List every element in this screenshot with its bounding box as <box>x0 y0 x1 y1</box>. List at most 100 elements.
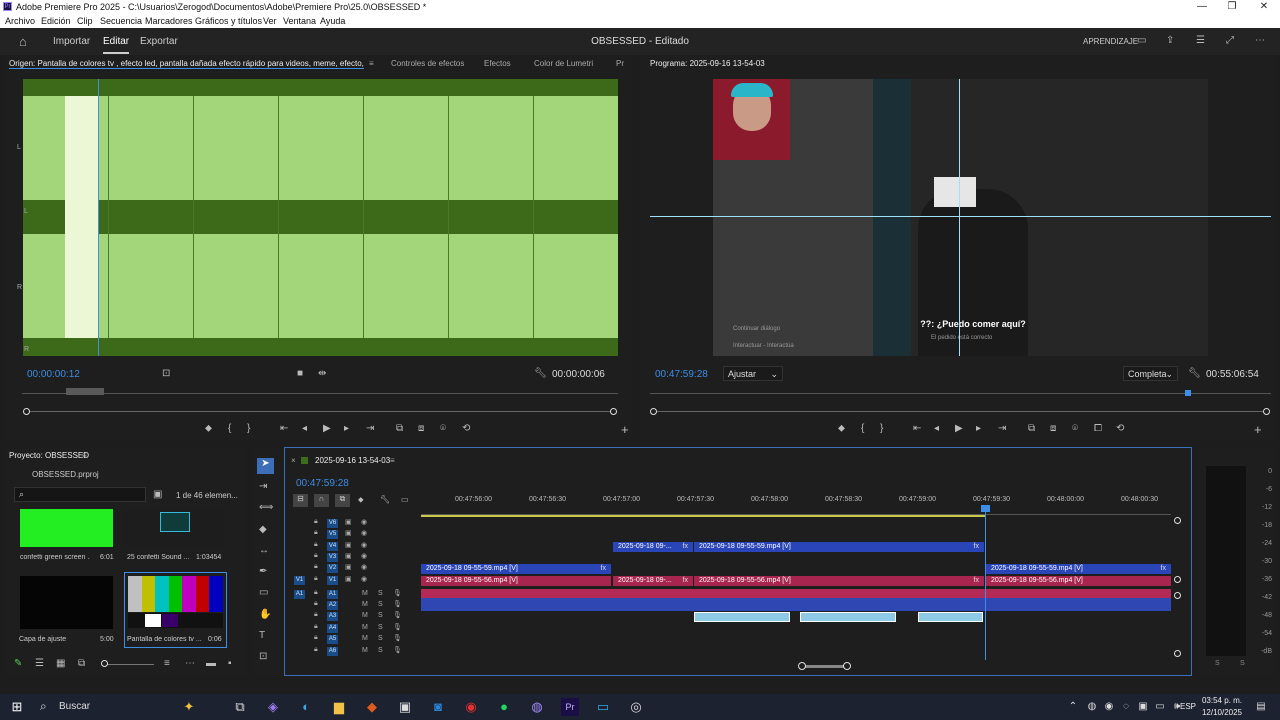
obs-icon[interactable]: ◎ <box>627 698 645 716</box>
step-back-icon[interactable]: ◂ <box>302 423 307 434</box>
share-icon[interactable]: ⇪ <box>1166 35 1174 46</box>
sort-icon[interactable]: ≡ <box>164 658 170 669</box>
mute-button[interactable]: M <box>362 612 368 619</box>
film-icon[interactable]: ▣ <box>345 563 352 571</box>
clip-v2-a[interactable]: 2025-09-18 09-55-59.mp4 [V] fx <box>421 564 611 574</box>
mark-in-icon[interactable]: { <box>228 423 231 434</box>
timeline-timecode[interactable]: 00:47:59:28 <box>296 478 349 489</box>
source-timecode[interactable]: 00:00:00:12 <box>27 369 80 380</box>
lock-icon[interactable]: 🔒︎ <box>314 529 318 537</box>
clip-v1-b[interactable]: 2025-09-18 09-... fx <box>613 576 693 586</box>
slip-icon[interactable]: ↔ <box>259 545 269 556</box>
lock-icon[interactable]: 🔒︎ <box>314 623 318 631</box>
compare-icon[interactable]: ⧠ <box>1094 423 1102 434</box>
mute-button[interactable]: M <box>362 624 368 631</box>
lock-icon[interactable]: 🔒︎ <box>314 552 318 560</box>
solo-left[interactable]: S <box>1215 660 1220 667</box>
extract-icon[interactable]: ⧈ <box>1050 423 1056 434</box>
clip-v4-a[interactable]: 2025-09-18 09-... fx <box>613 542 693 552</box>
lock-icon[interactable]: 🔒︎ <box>314 589 318 597</box>
wrench-icon[interactable]: 🔧︎ <box>1188 368 1201 379</box>
mark-out-icon[interactable]: } <box>880 423 883 434</box>
menu-secuencia[interactable]: Secuencia <box>100 16 142 26</box>
track-header-video[interactable]: V6 <box>327 519 338 528</box>
lock-icon[interactable]: 🔒︎ <box>314 518 318 526</box>
source-ruler[interactable] <box>22 393 618 394</box>
audio-waveform[interactable] <box>23 79 618 356</box>
lift-icon[interactable]: ⧉ <box>1028 423 1035 434</box>
eye-icon[interactable]: ◉ <box>361 575 367 583</box>
track-header-audio[interactable]: A1 <box>327 590 338 599</box>
clip-v1-a[interactable]: 2025-09-18 09-55-56.mp4 [V] <box>421 576 611 586</box>
rectangle-icon[interactable]: ▭ <box>259 587 268 598</box>
mute-button[interactable]: M <box>362 590 368 597</box>
tray-app-icon-2[interactable]: ◉ <box>1100 698 1118 716</box>
mic-icon[interactable]: 🎙︎ <box>393 611 402 619</box>
track-header-audio[interactable]: A3 <box>327 612 338 621</box>
source-patch-a1[interactable]: A1 <box>294 590 305 599</box>
clock-time[interactable]: 03:54 p. m. <box>1200 696 1242 705</box>
clip-a3-sfx-2[interactable] <box>800 612 896 622</box>
network-icon[interactable]: ▭ <box>1151 698 1169 716</box>
track-header-audio[interactable]: A6 <box>327 647 338 656</box>
menu-ver[interactable]: Ver <box>263 16 277 26</box>
automate-icon[interactable]: ⋯ <box>185 658 195 669</box>
thumb-confetti-sound[interactable] <box>124 509 225 547</box>
program-playhead[interactable] <box>1185 390 1191 396</box>
timeline-settings-icon[interactable]: 🔧︎ <box>380 495 390 504</box>
step-back-icon[interactable]: ◂ <box>934 423 939 434</box>
source-zoom-handle-right[interactable] <box>610 408 617 415</box>
tray-chevron-icon[interactable]: ⌃ <box>1064 698 1082 716</box>
hscroll-left-handle[interactable] <box>798 662 806 670</box>
loop-icon[interactable]: ⟲ <box>462 423 470 434</box>
solo-button[interactable]: S <box>378 624 383 631</box>
vscroll-mid[interactable] <box>1174 576 1181 583</box>
solo-button[interactable]: S <box>378 590 383 597</box>
horizontal-scrollbar[interactable] <box>802 665 848 668</box>
play-icon[interactable]: ▶ <box>955 423 963 434</box>
copilot-icon[interactable]: ◈ <box>264 698 282 716</box>
clock-date[interactable]: 12/10/2025 <box>1200 708 1242 717</box>
new-item-icon[interactable]: ▪ <box>228 658 232 669</box>
tab-program[interactable]: Programa: 2025-09-16 13-54-03 <box>650 59 765 68</box>
lock-icon[interactable]: 🔒︎ <box>314 634 318 642</box>
lock-icon[interactable]: 🔒︎ <box>314 541 318 549</box>
zoom-slider-handle[interactable] <box>101 660 108 667</box>
ripple-edit-icon[interactable]: ⟺ <box>259 502 273 513</box>
camera-icon[interactable]: ⌾ <box>440 423 446 434</box>
go-to-out-icon[interactable]: ⇥ <box>366 423 374 434</box>
clip-a1-a2-audio[interactable] <box>421 589 1171 611</box>
playhead-handle[interactable] <box>981 505 990 512</box>
clip-v2-b[interactable]: 2025-09-18 09-55-59.mp4 [V] fx <box>986 564 1171 574</box>
tab-effect-controls[interactable]: Controles de efectos <box>391 59 464 68</box>
track-header-video[interactable]: V4 <box>327 542 338 551</box>
eye-icon[interactable]: ◉ <box>361 518 367 526</box>
quality-dropdown[interactable]: Completa ⌄ <box>1123 366 1178 381</box>
edge-icon[interactable]: ◐ <box>297 698 315 716</box>
menu-archivo[interactable]: Archivo <box>5 16 35 26</box>
play-icon[interactable]: ▶ <box>323 423 331 434</box>
mute-button[interactable]: M <box>362 647 368 654</box>
outlook-icon[interactable]: ◙ <box>429 698 447 716</box>
brave-icon[interactable]: ◆ <box>363 698 381 716</box>
vscroll-top[interactable] <box>1174 517 1181 524</box>
lock-icon[interactable]: 🔒︎ <box>314 575 318 583</box>
track-header-video[interactable]: V5 <box>327 530 338 539</box>
store-icon[interactable]: ▣ <box>396 698 414 716</box>
lock-icon[interactable]: 🔒︎ <box>314 611 318 619</box>
lock-icon[interactable]: 🔒︎ <box>314 646 318 654</box>
program-timecode[interactable]: 00:47:59:28 <box>655 369 708 380</box>
settings-icon[interactable]: ⋯ <box>1255 35 1265 46</box>
pencil-icon[interactable]: ✎ <box>14 658 22 669</box>
track-select-icon[interactable]: ⇥ <box>259 481 267 492</box>
source-patch-v1[interactable]: V1 <box>294 576 305 585</box>
go-to-out-icon[interactable]: ⇥ <box>998 423 1006 434</box>
clip-v1-c[interactable]: 2025-09-18 09-55-56.mp4 [V] fx <box>694 576 984 586</box>
solo-button[interactable]: S <box>378 635 383 642</box>
file-explorer-icon[interactable]: ▆ <box>330 698 348 716</box>
discord-icon[interactable]: ◍ <box>528 698 546 716</box>
work-area-bar[interactable] <box>421 515 985 517</box>
list-view-icon[interactable]: ☰ <box>35 658 44 669</box>
clip-v4-b[interactable]: 2025-09-18 09-55-59.mp4 [V] fx <box>694 542 984 552</box>
menu-ventana[interactable]: Ventana <box>283 16 316 26</box>
